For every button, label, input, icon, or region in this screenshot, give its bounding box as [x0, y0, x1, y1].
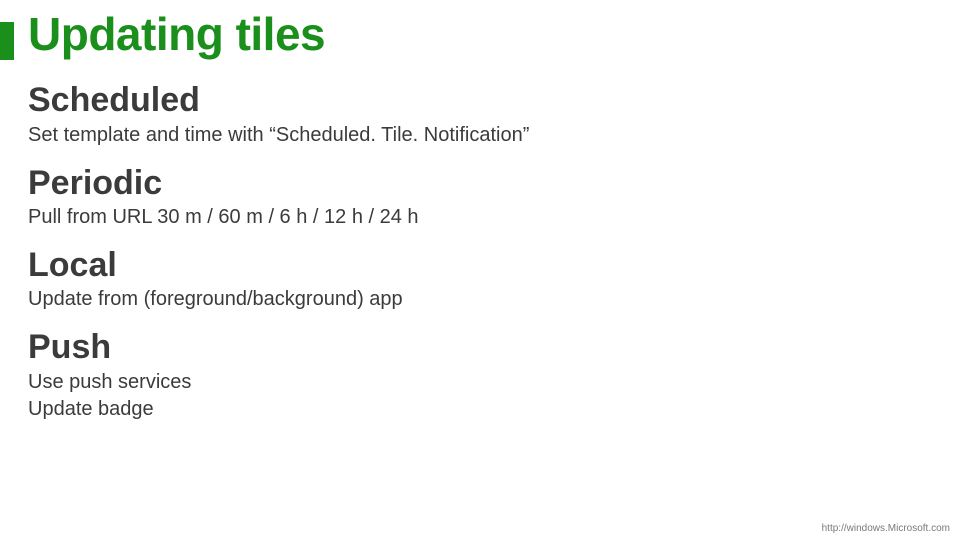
slide: Updating tiles Scheduled Set template an…: [0, 0, 960, 540]
section-periodic: Periodic Pull from URL 30 m / 60 m / 6 h…: [28, 165, 932, 231]
section-body: Set template and time with “Scheduled. T…: [28, 122, 932, 149]
section-body: Pull from URL 30 m / 60 m / 6 h / 12 h /…: [28, 204, 932, 231]
accent-bar: [0, 22, 14, 60]
section-body: Update from (foreground/background) app: [28, 286, 932, 313]
section-local: Local Update from (foreground/background…: [28, 247, 932, 313]
section-heading: Local: [28, 247, 932, 284]
section-heading: Periodic: [28, 165, 932, 202]
section-body: Use push services Update badge: [28, 369, 932, 423]
section-heading: Scheduled: [28, 82, 932, 119]
section-scheduled: Scheduled Set template and time with “Sc…: [28, 82, 932, 148]
section-push: Push Use push services Update badge: [28, 329, 932, 422]
footer-url: http://windows.Microsoft.com: [822, 523, 950, 534]
slide-title: Updating tiles: [28, 10, 932, 58]
section-heading: Push: [28, 329, 932, 366]
